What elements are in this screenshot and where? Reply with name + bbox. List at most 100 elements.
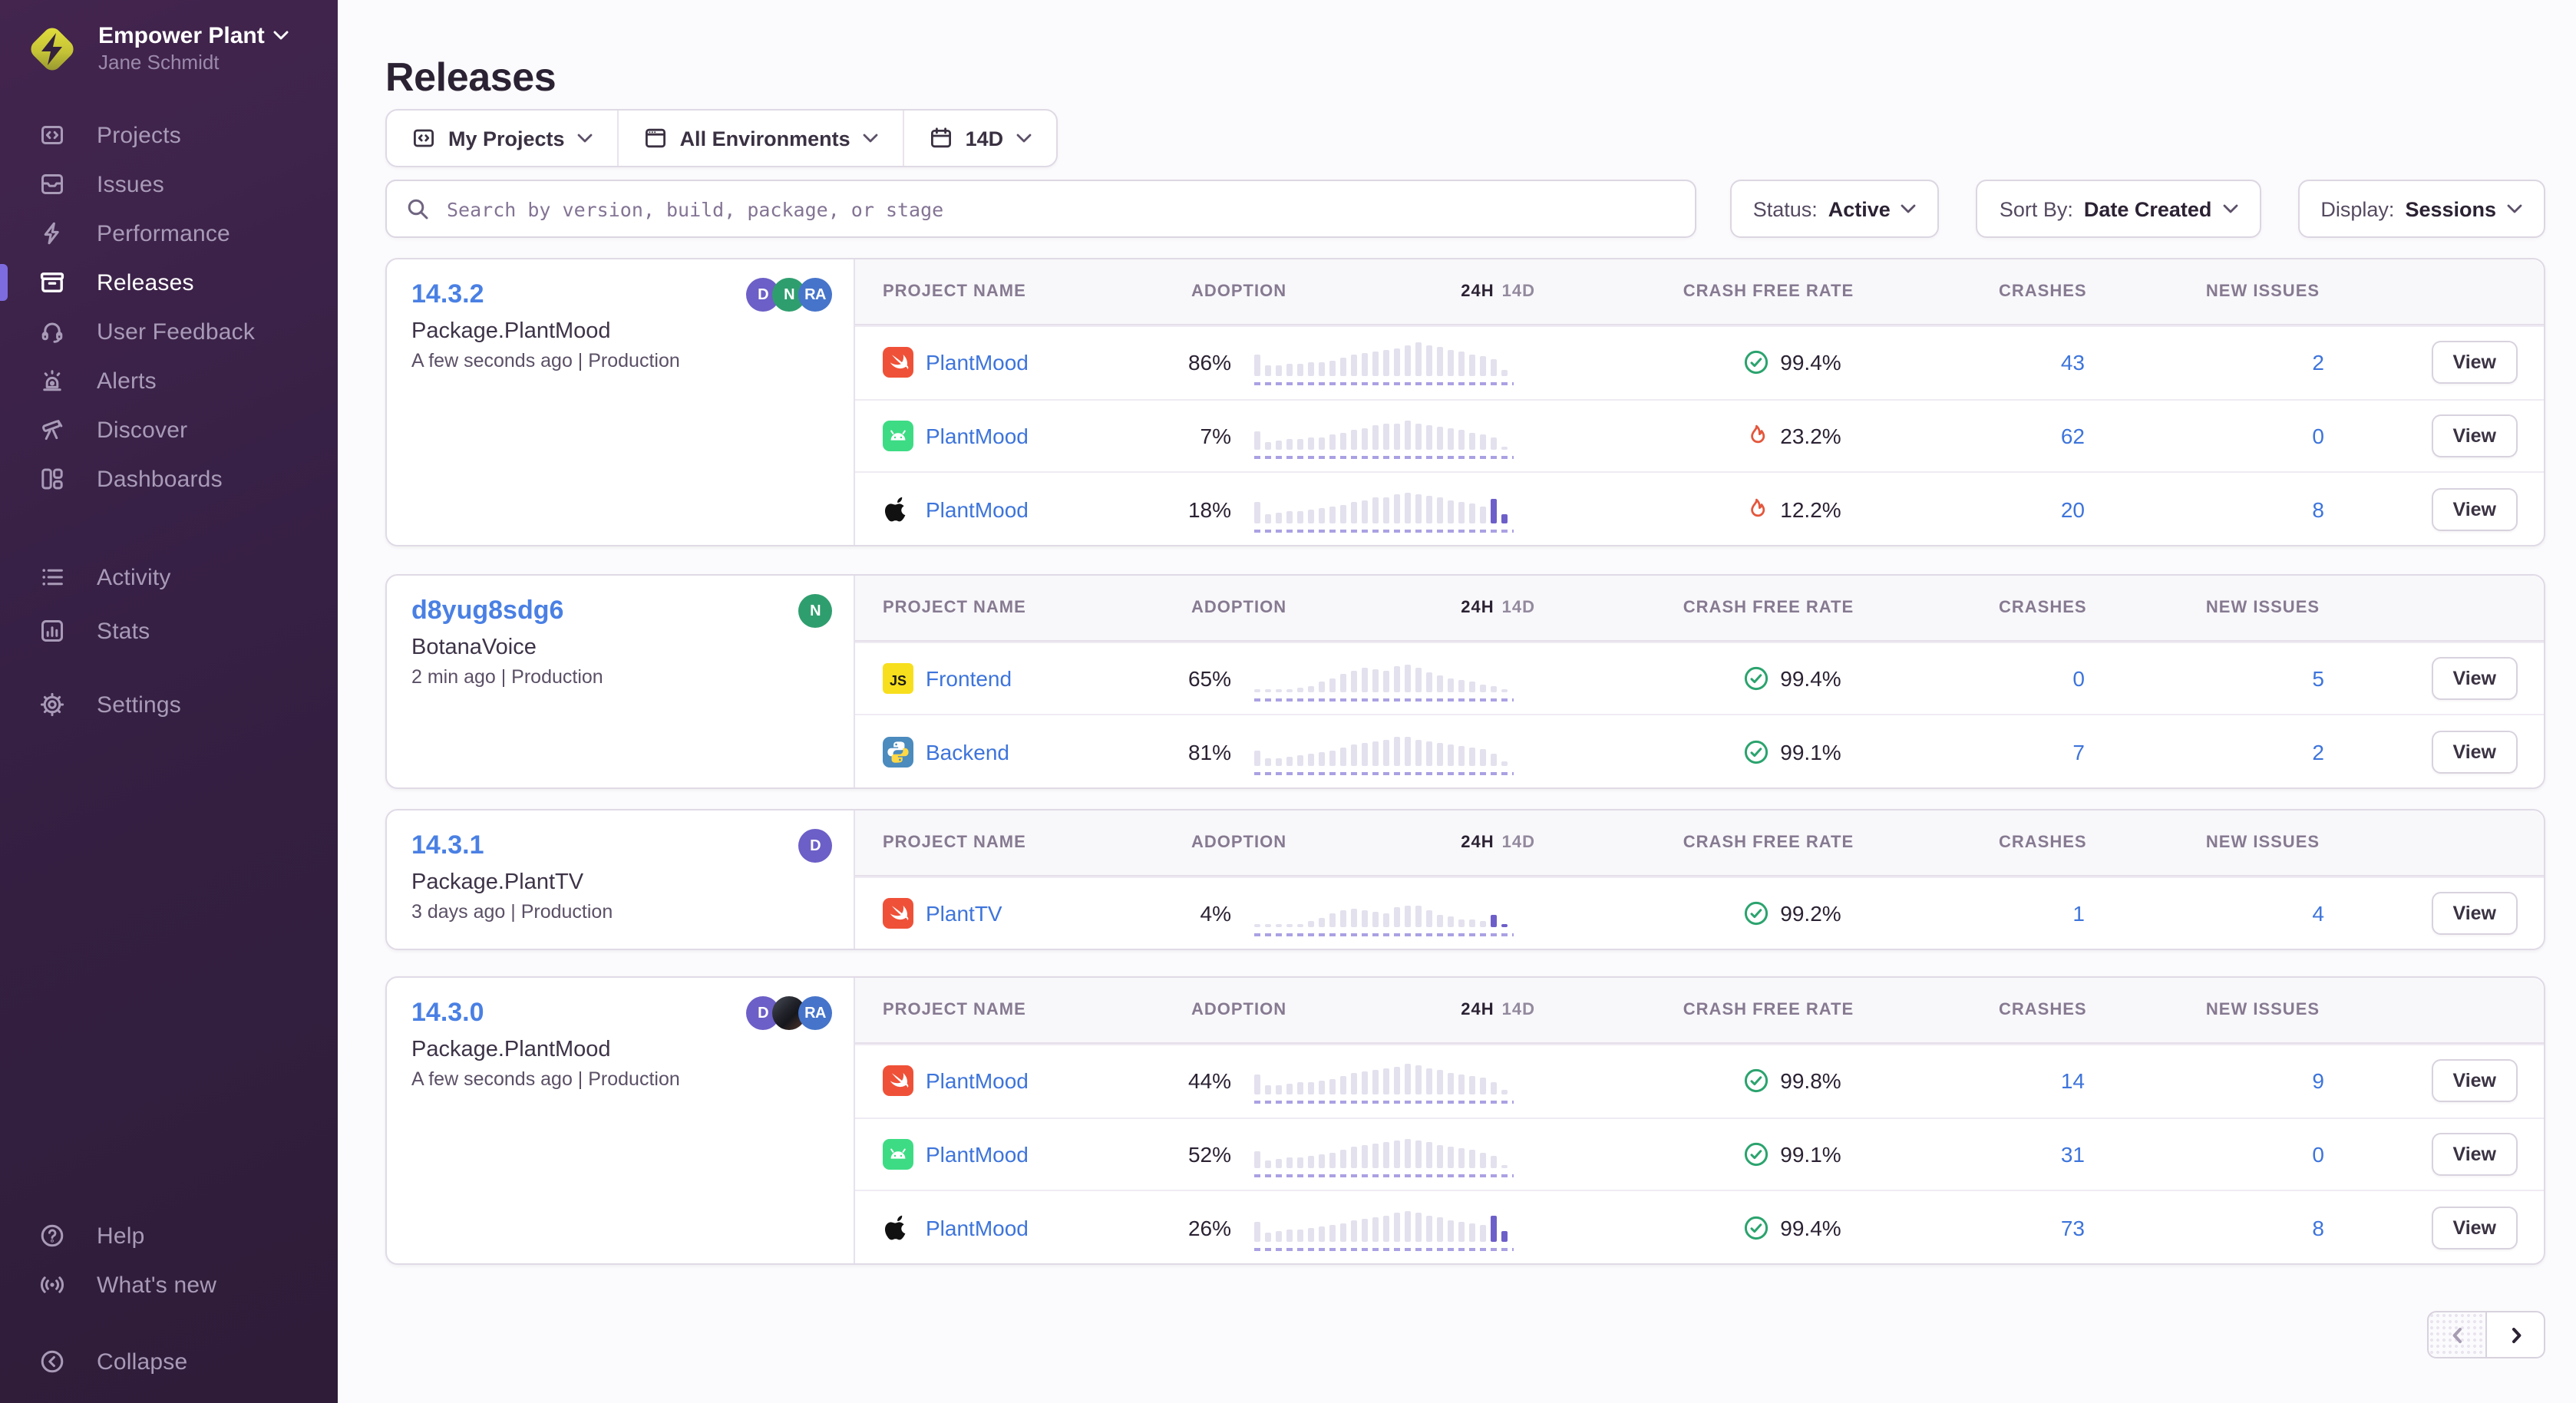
- crashes-count-link[interactable]: 0: [1999, 666, 2085, 691]
- adoption-value: 65%: [1170, 666, 1231, 691]
- view-button[interactable]: View: [2431, 487, 2518, 530]
- projects-filter-icon: [411, 126, 436, 150]
- release-version-link[interactable]: 14.3.0: [411, 998, 484, 1027]
- new-issues-count-link[interactable]: 5: [2201, 666, 2324, 691]
- avatar[interactable]: RA: [798, 278, 832, 312]
- view-button[interactable]: View: [2431, 414, 2518, 457]
- sidebar-item-label: Stats: [97, 618, 150, 644]
- project-link[interactable]: PlantTV: [926, 901, 1002, 926]
- view-button[interactable]: View: [2431, 1059, 2518, 1102]
- sidebar-item-help[interactable]: Help: [0, 1211, 338, 1260]
- project-link[interactable]: Backend: [926, 739, 1009, 764]
- sidebar-item-projects[interactable]: Projects: [0, 111, 338, 160]
- project-link[interactable]: PlantMood: [926, 1215, 1029, 1240]
- avatar-group: D: [798, 829, 832, 863]
- display-dropdown[interactable]: Display:Sessions: [2297, 180, 2545, 238]
- sidebar-item-settings[interactable]: Settings: [0, 680, 338, 729]
- release-version-link[interactable]: d8yug8sdg6: [411, 596, 563, 625]
- sidebar-item-stats[interactable]: Stats: [0, 606, 338, 655]
- crash-free-check-icon: [1742, 665, 1769, 692]
- crash-free-rate: 99.8%: [1780, 1068, 1841, 1093]
- col-crashes: CRASHES: [1999, 599, 2100, 617]
- new-issues-count-link[interactable]: 4: [2201, 901, 2324, 926]
- release-version-link[interactable]: 14.3.2: [411, 279, 484, 309]
- sidebar-item-issues[interactable]: Issues: [0, 160, 338, 209]
- crashes-count-link[interactable]: 14: [1999, 1068, 2085, 1093]
- crash-free-check-icon: [1742, 900, 1769, 927]
- crashes-count-link[interactable]: 62: [1999, 424, 2085, 448]
- projects-filter[interactable]: My Projects: [387, 111, 617, 166]
- project-link[interactable]: PlantMood: [926, 424, 1029, 448]
- release-package: BotanaVoice: [411, 635, 829, 660]
- col-project-name: PROJECT NAME: [855, 1001, 1170, 1019]
- crashes-count-link[interactable]: 43: [1999, 350, 2085, 375]
- project-link[interactable]: PlantMood: [926, 1068, 1029, 1093]
- new-issues-count-link[interactable]: 9: [2201, 1068, 2324, 1093]
- new-issues-count-link[interactable]: 8: [2201, 497, 2324, 521]
- chevron-down-icon: [1901, 204, 1917, 213]
- avatar[interactable]: D: [798, 829, 832, 863]
- crashes-count-link[interactable]: 20: [1999, 497, 2085, 521]
- sidebar-item-releases[interactable]: Releases: [0, 258, 338, 307]
- avatar[interactable]: N: [798, 594, 832, 628]
- org-switcher[interactable]: Empower Plant Jane Schmidt: [21, 18, 289, 80]
- projects-filter-label: My Projects: [448, 127, 565, 150]
- crashes-count-link[interactable]: 7: [1999, 739, 2085, 764]
- crashes-count-link[interactable]: 31: [1999, 1142, 2085, 1167]
- date-range-label: 14D: [966, 127, 1004, 150]
- next-page-button[interactable]: [2485, 1311, 2545, 1358]
- sidebar-item-discover[interactable]: Discover: [0, 405, 338, 454]
- sort-by-dropdown[interactable]: Sort By:Date Created: [1977, 180, 2261, 238]
- adoption-value: 7%: [1170, 424, 1231, 448]
- new-issues-count-link[interactable]: 0: [2201, 424, 2324, 448]
- sidebar-item-activity[interactable]: Activity: [0, 553, 338, 602]
- status-dropdown[interactable]: Status:Active: [1730, 180, 1940, 238]
- adoption-value: 86%: [1170, 350, 1231, 375]
- avatar[interactable]: RA: [798, 996, 832, 1030]
- crash-free-rate: 99.1%: [1780, 1142, 1841, 1167]
- col-crashes: CRASHES: [1999, 282, 2100, 301]
- table-header-row: PROJECT NAME ADOPTION 24H14D CRASH FREE …: [855, 978, 2544, 1044]
- project-link[interactable]: Frontend: [926, 666, 1012, 691]
- project-link[interactable]: PlantMood: [926, 497, 1029, 521]
- view-button[interactable]: View: [2431, 341, 2518, 384]
- col-new-issues: NEW ISSUES: [2201, 599, 2340, 617]
- release-table: PROJECT NAME ADOPTION 24H14D CRASH FREE …: [854, 259, 2544, 545]
- svg-text:JS: JS: [890, 673, 907, 688]
- sidebar-item-dashboards[interactable]: Dashboards: [0, 454, 338, 503]
- new-issues-count-link[interactable]: 2: [2201, 350, 2324, 375]
- table-header-row: PROJECT NAME ADOPTION 24H14D CRASH FREE …: [855, 810, 2544, 876]
- project-link[interactable]: PlantMood: [926, 350, 1029, 375]
- search-input[interactable]: [444, 196, 1676, 222]
- project-link[interactable]: PlantMood: [926, 1142, 1029, 1167]
- chevron-down-icon: [863, 134, 878, 143]
- view-button[interactable]: View: [2431, 1133, 2518, 1176]
- new-issues-count-link[interactable]: 8: [2201, 1215, 2324, 1240]
- previous-page-button[interactable]: [2427, 1311, 2487, 1358]
- release-version-link[interactable]: 14.3.1: [411, 830, 484, 860]
- sidebar-item-label: Help: [97, 1223, 145, 1249]
- new-issues-count-link[interactable]: 2: [2201, 739, 2324, 764]
- search-icon: [405, 196, 430, 221]
- view-button[interactable]: View: [2431, 657, 2518, 700]
- date-range-filter[interactable]: 14D: [903, 111, 1056, 166]
- chevron-down-icon: [577, 134, 593, 143]
- sidebar-collapse-button[interactable]: Collapse: [0, 1337, 338, 1386]
- sidebar-item-alerts[interactable]: Alerts: [0, 356, 338, 405]
- new-issues-count-link[interactable]: 0: [2201, 1142, 2324, 1167]
- environments-filter[interactable]: All Environments: [617, 111, 903, 166]
- sidebar-item-whats-new[interactable]: What's new: [0, 1260, 338, 1309]
- android-icon: [883, 1139, 913, 1170]
- crashes-count-link[interactable]: 73: [1999, 1215, 2085, 1240]
- sidebar-item-user-feedback[interactable]: User Feedback: [0, 307, 338, 356]
- view-button[interactable]: View: [2431, 730, 2518, 773]
- release-info: 14.3.1 D Package.PlantTV 3 days ago | Pr…: [387, 810, 854, 949]
- crash-fire-icon: [1742, 422, 1769, 450]
- sidebar-item-performance[interactable]: Performance: [0, 209, 338, 258]
- view-button[interactable]: View: [2431, 1206, 2518, 1249]
- release-package: Package.PlantTV: [411, 870, 829, 895]
- status-value: Active: [1828, 197, 1891, 220]
- view-button[interactable]: View: [2431, 892, 2518, 935]
- chevron-right-icon: [2506, 1325, 2525, 1344]
- crashes-count-link[interactable]: 1: [1999, 901, 2085, 926]
